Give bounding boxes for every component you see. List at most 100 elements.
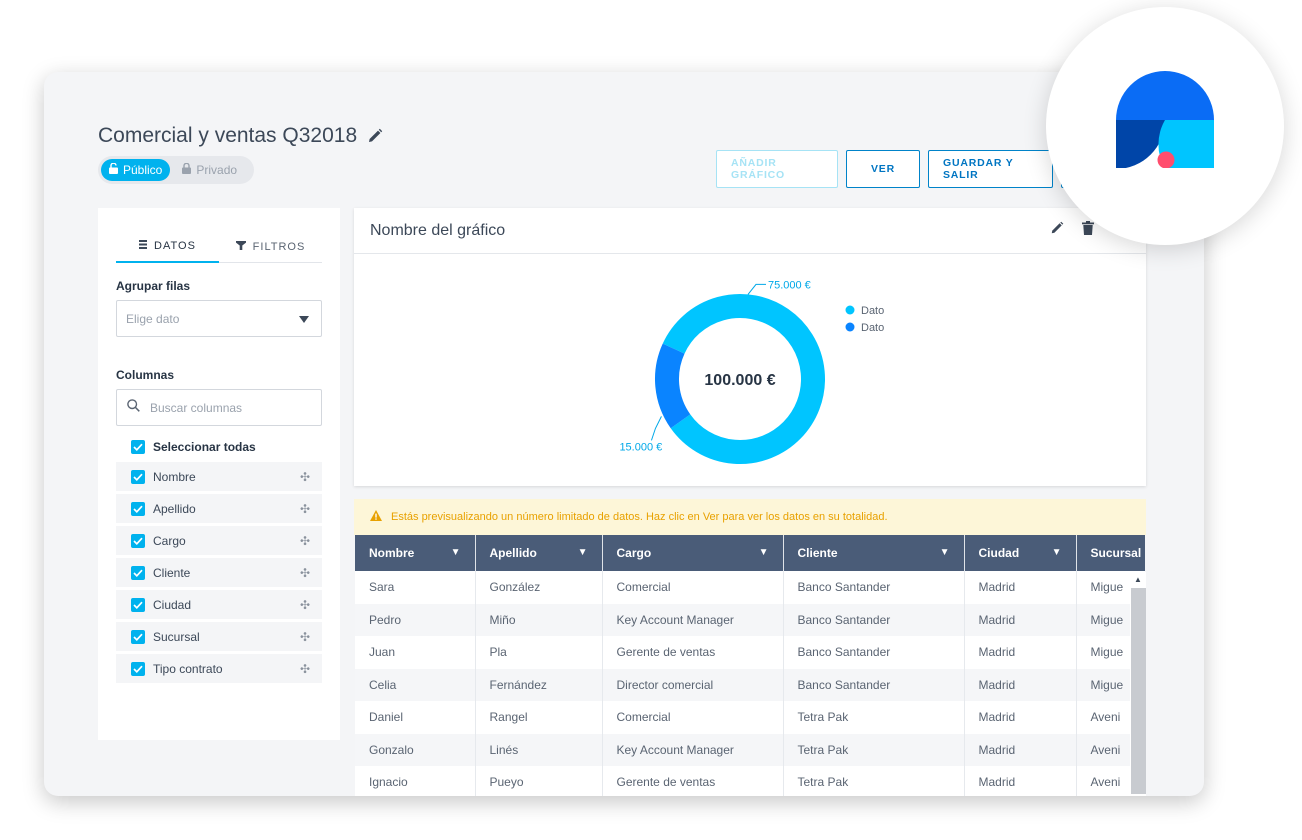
move-icon[interactable]: ✣ xyxy=(300,598,310,612)
warning-icon xyxy=(370,510,382,524)
legend-label: Dato xyxy=(861,305,884,317)
table-cell: Comercial xyxy=(602,571,784,604)
pencil-icon[interactable] xyxy=(367,128,383,144)
legend-swatch xyxy=(845,322,855,332)
scroll-up-icon[interactable]: ▲ xyxy=(1130,572,1146,586)
check-icon[interactable] xyxy=(131,629,145,644)
column-header-sucursal[interactable]: Sucursal xyxy=(1076,535,1145,571)
caret-down-icon[interactable]: ▼ xyxy=(451,547,461,558)
select-all-label: Seleccionar todas xyxy=(153,440,256,454)
pencil-icon[interactable] xyxy=(1050,221,1064,240)
check-icon[interactable] xyxy=(131,597,145,612)
tab-filtros-label: FILTROS xyxy=(252,240,306,253)
table-cell: Daniel xyxy=(355,701,476,734)
move-icon[interactable]: ✣ xyxy=(300,502,310,516)
scroll-thumb[interactable] xyxy=(1131,588,1146,794)
move-icon[interactable]: ✣ xyxy=(300,470,310,484)
app-window: Comercial y ventas Q32018 Público Privad… xyxy=(44,72,1204,796)
legend-label: Dato xyxy=(861,322,884,334)
data-label: 75.000 € xyxy=(768,279,811,291)
column-item-apellido[interactable]: Apellido ✣ xyxy=(116,494,322,523)
column-item-sucursal[interactable]: Sucursal ✣ xyxy=(116,622,322,651)
table-cell: Madrid xyxy=(964,766,1077,796)
column-item-cargo[interactable]: Cargo ✣ xyxy=(116,526,322,555)
column-item-tipo-contrato[interactable]: Tipo contrato ✣ xyxy=(116,654,322,683)
column-item-cliente[interactable]: Cliente ✣ xyxy=(116,558,322,587)
column-header-cargo[interactable]: Cargo ▼ xyxy=(602,535,784,571)
table-cell: Gerente de ventas xyxy=(602,636,784,669)
data-label-leader-line xyxy=(650,416,662,441)
public-toggle-button[interactable]: Público xyxy=(101,159,171,181)
group-rows-placeholder: Elige dato xyxy=(126,311,180,326)
table-cell: Pueyo xyxy=(475,766,603,796)
filter-icon xyxy=(235,240,246,253)
table-row[interactable]: Juan Pla Gerente de ventas Banco Santand… xyxy=(355,636,1145,669)
table-cell: Fernández xyxy=(475,668,603,701)
group-rows-select[interactable]: Elige dato xyxy=(116,300,322,337)
table-header-row: Nombre ▼ Apellido ▼ Cargo ▼ Cliente ▼ Ciudad… xyxy=(355,535,1145,571)
trash-icon[interactable] xyxy=(1082,221,1094,240)
donut-center-label: 100.000 € xyxy=(704,372,775,389)
search-icon xyxy=(127,398,140,417)
check-icon[interactable] xyxy=(131,469,145,484)
table-cell: Madrid xyxy=(964,603,1077,636)
table-cell: Madrid xyxy=(964,701,1077,734)
check-icon xyxy=(131,440,145,454)
visibility-toggle: Público Privado xyxy=(98,156,254,184)
column-header-label: Apellido xyxy=(489,546,537,560)
sidebar-tabs: DATOS FILTROS xyxy=(116,230,322,263)
table-row[interactable]: Gonzalo Linés Key Account Manager Tetra … xyxy=(355,733,1145,766)
title-row: Comercial y ventas Q32018 xyxy=(98,124,383,148)
column-header-label: Cargo xyxy=(616,546,652,560)
table-cell: Banco Santander xyxy=(783,636,965,669)
column-header-nombre[interactable]: Nombre ▼ xyxy=(355,535,476,571)
table-cell: Comercial xyxy=(602,701,784,734)
table-cell: Banco Santander xyxy=(783,603,965,636)
table-row[interactable]: Ignacio Pueyo Gerente de ventas Tetra Pa… xyxy=(355,766,1145,796)
brand-logo-icon xyxy=(1116,71,1214,168)
caret-down-icon[interactable]: ▼ xyxy=(759,547,769,558)
table-row[interactable]: Pedro Miño Key Account Manager Banco San… xyxy=(355,603,1145,636)
table-cell: Juan xyxy=(355,636,476,669)
view-button[interactable]: VER xyxy=(846,150,920,188)
table-row[interactable]: Celia Fernández Director comercial Banco… xyxy=(355,668,1145,701)
column-header-ciudad[interactable]: Ciudad ▼ xyxy=(964,535,1077,571)
list-icon xyxy=(139,239,148,252)
tab-filtros[interactable]: FILTROS xyxy=(219,230,322,263)
data-table: Nombre ▼ Apellido ▼ Cargo ▼ Cliente ▼ Ciudad… xyxy=(355,535,1145,796)
column-label: Ciudad xyxy=(153,597,192,612)
group-rows-label: Agrupar filas xyxy=(116,279,191,293)
tab-datos[interactable]: DATOS xyxy=(116,230,219,263)
table-row[interactable]: Daniel Rangel Comercial Tetra Pak Madrid… xyxy=(355,701,1145,734)
table-cell: Sara xyxy=(355,571,476,604)
check-icon[interactable] xyxy=(131,565,145,580)
column-header-cliente[interactable]: Cliente ▼ xyxy=(783,535,965,571)
caret-down-icon[interactable]: ▼ xyxy=(578,547,588,558)
check-icon[interactable] xyxy=(131,533,145,548)
public-label: Público xyxy=(123,163,163,177)
caret-down-icon[interactable]: ▼ xyxy=(1052,547,1062,558)
donut-chart: 100.000 € 75.000 € 15.000 € Dato Dato xyxy=(619,279,884,464)
save-and-exit-button[interactable]: GUARDAR Y SALIR xyxy=(928,150,1053,188)
column-label: Apellido xyxy=(153,501,196,516)
table-scrollbar[interactable]: ▲ xyxy=(1130,572,1146,796)
check-icon[interactable] xyxy=(131,661,145,676)
move-icon[interactable]: ✣ xyxy=(300,630,310,644)
search-columns-input[interactable] xyxy=(150,400,310,415)
column-header-apellido[interactable]: Apellido ▼ xyxy=(475,535,603,571)
select-all-checkbox[interactable]: Seleccionar todas xyxy=(131,440,256,454)
table-cell: Miño xyxy=(475,603,603,636)
check-icon[interactable] xyxy=(131,501,145,516)
private-toggle-button[interactable]: Privado xyxy=(174,159,245,181)
table-cell: Ignacio xyxy=(355,766,476,796)
column-item-ciudad[interactable]: Ciudad ✣ xyxy=(116,590,322,619)
add-chart-button[interactable]: AÑADIR GRÁFICO xyxy=(716,150,838,188)
move-icon[interactable]: ✣ xyxy=(300,662,310,676)
preview-warning: Estás previsualizando un número limitado… xyxy=(354,499,1146,535)
move-icon[interactable]: ✣ xyxy=(300,534,310,548)
caret-down-icon[interactable]: ▼ xyxy=(940,547,950,558)
table-row[interactable]: Sara González Comercial Banco Santander … xyxy=(355,571,1145,604)
data-label-leader-line xyxy=(747,283,766,295)
column-item-nombre[interactable]: Nombre ✣ xyxy=(116,462,322,491)
move-icon[interactable]: ✣ xyxy=(300,566,310,580)
